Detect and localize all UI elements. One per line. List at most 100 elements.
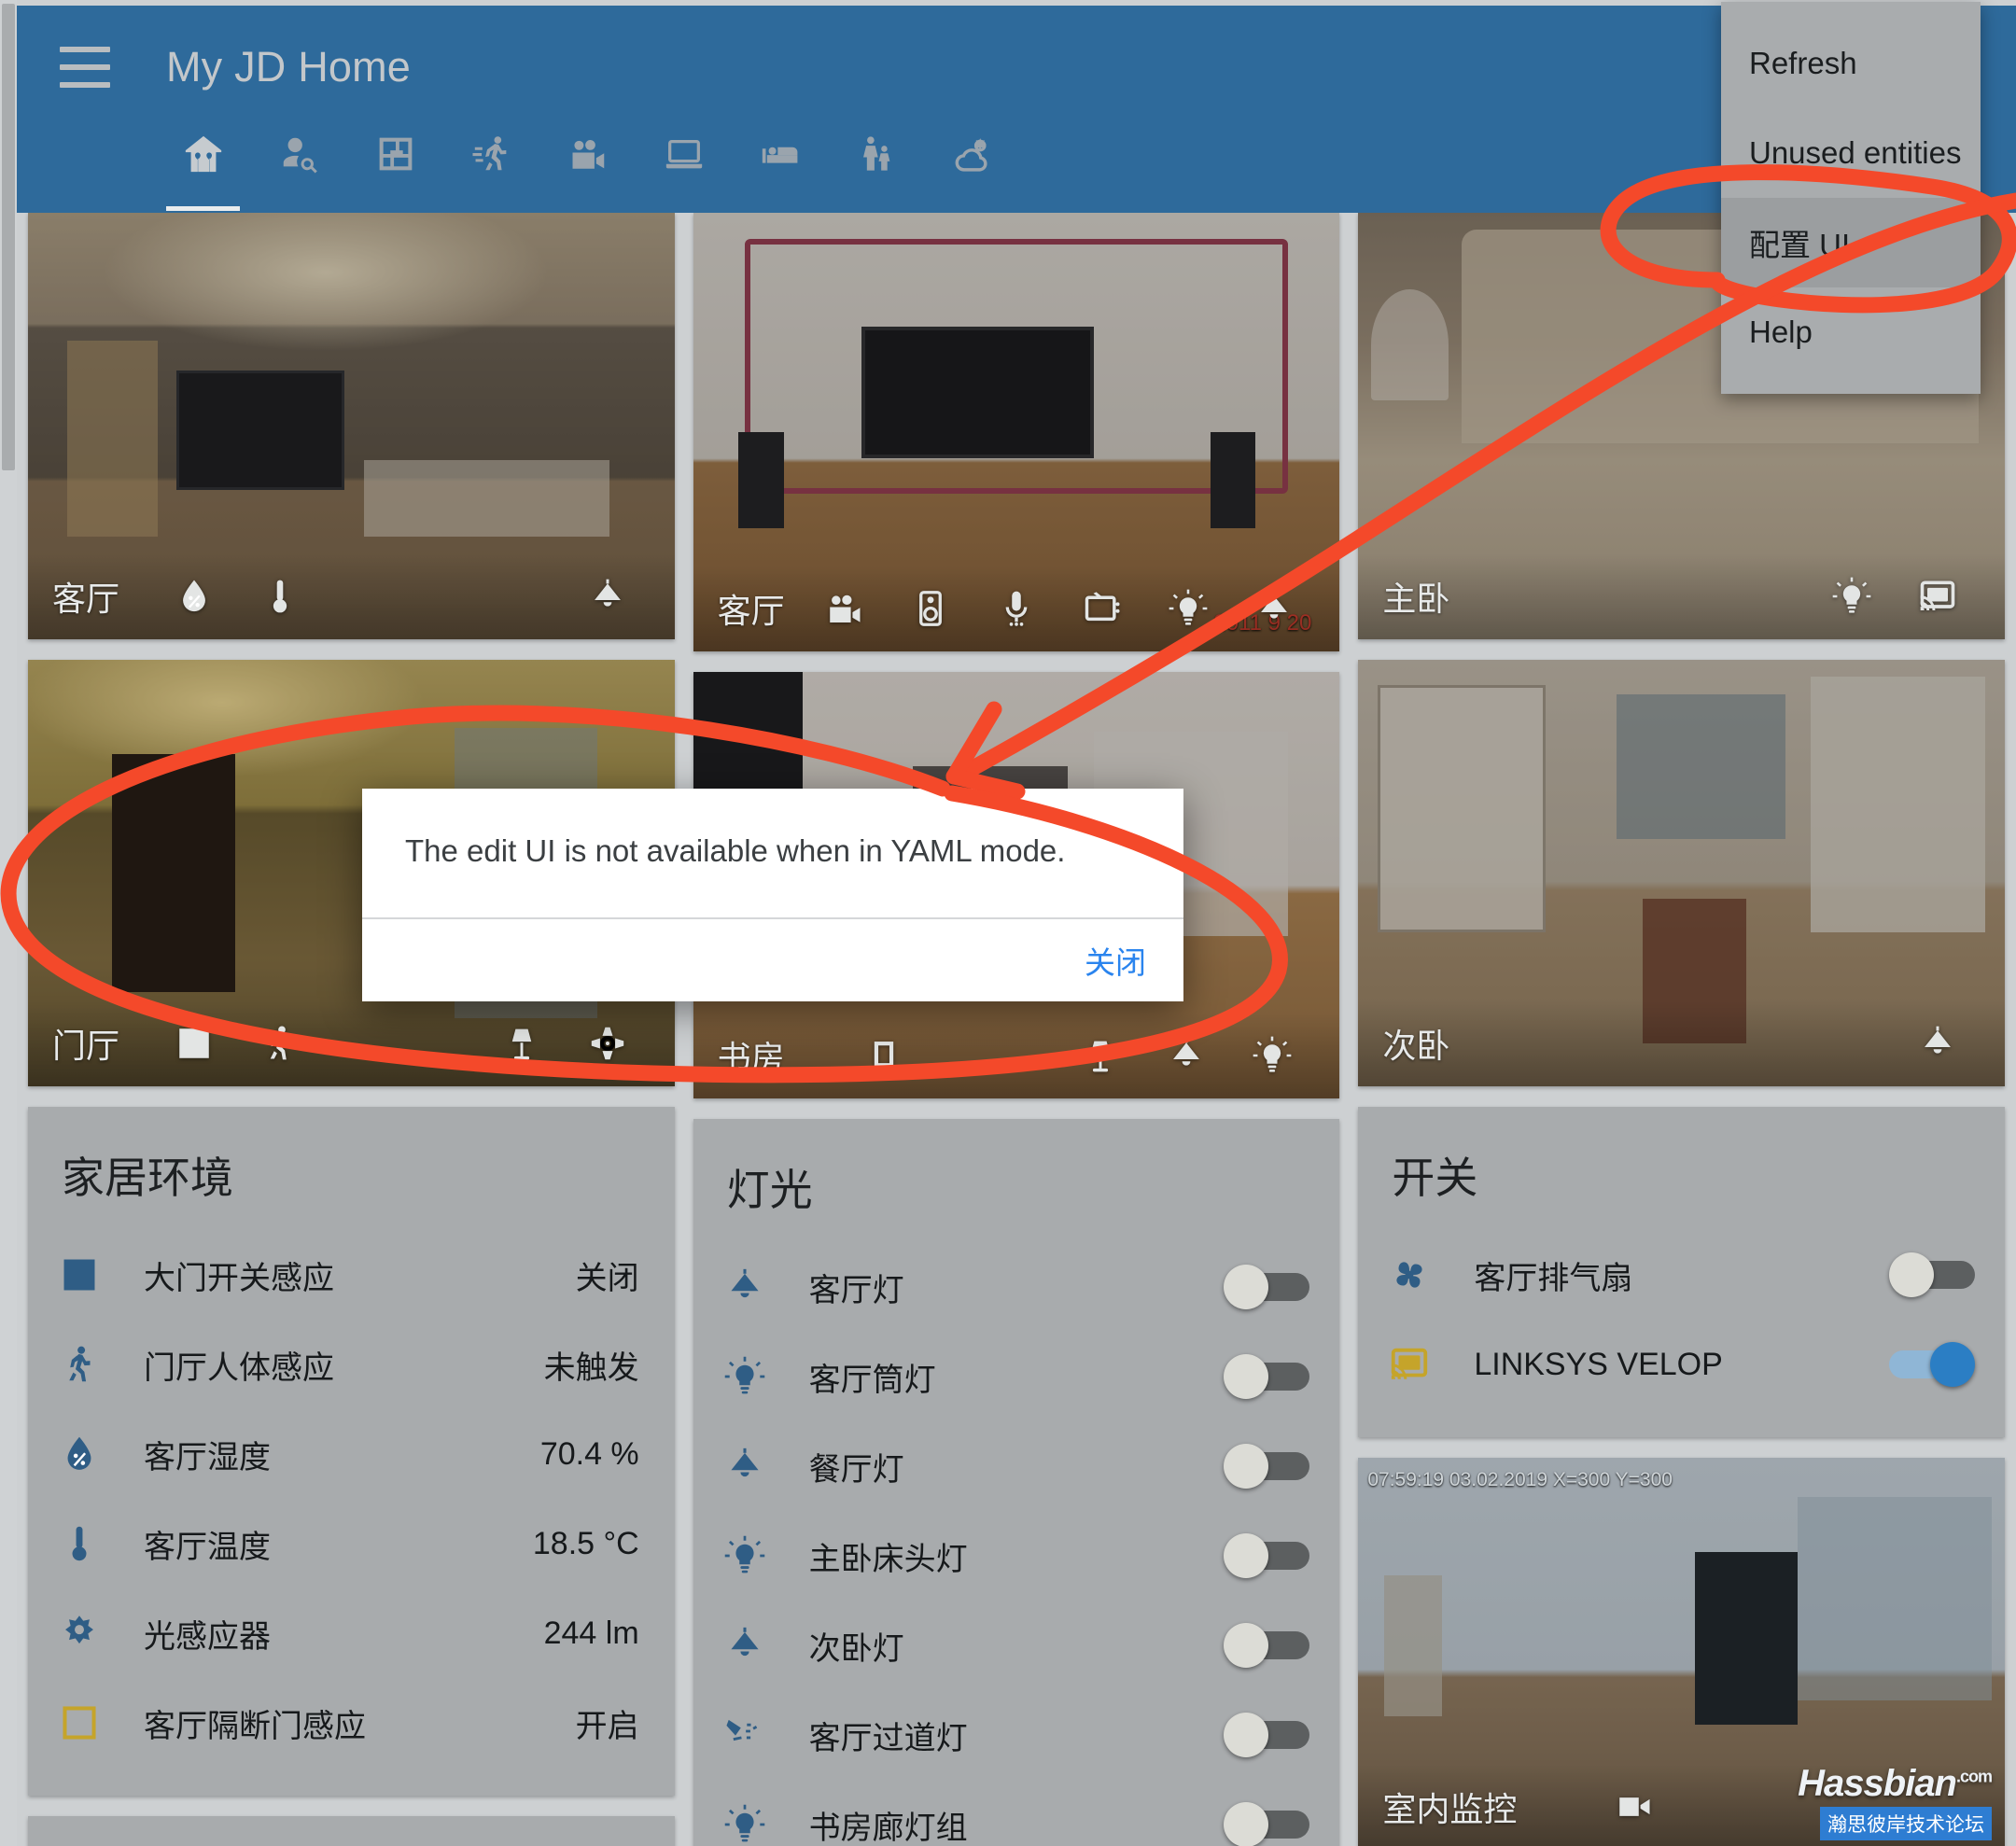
- cctv-icon[interactable]: [565, 1017, 651, 1070]
- square-icon[interactable]: [151, 1017, 237, 1070]
- ceiling-light-icon[interactable]: [565, 570, 651, 622]
- lightbulb-icon[interactable]: [1145, 582, 1231, 635]
- menu-item-configure-ui[interactable]: 配置 UI: [1721, 198, 1981, 287]
- cast-icon: [1388, 1343, 1461, 1386]
- entity-name: 光感应器: [144, 1618, 271, 1655]
- picture-card-living-room[interactable]: 客厅: [28, 213, 675, 639]
- tab-weather[interactable]: [924, 125, 1020, 213]
- dashboard-grid: 客厅 门厅 家居环境 大门开关感应 关闭 门厅人体感应 未触发 客厅湿度 70.…: [17, 213, 2016, 1846]
- ceiling-light-icon[interactable]: [1895, 1017, 1981, 1070]
- entity-row[interactable]: 客厅排气扇: [1388, 1230, 1976, 1320]
- entity-name: 客厅隔断门感应: [144, 1708, 366, 1744]
- entity-name: 客厅筒灯: [808, 1362, 936, 1398]
- entity-value: 18.5 °C: [532, 1525, 639, 1561]
- entity-row[interactable]: 次卧灯: [723, 1601, 1310, 1690]
- walk-icon[interactable]: [237, 1017, 323, 1070]
- tab-presence[interactable]: [251, 125, 347, 213]
- toggle-switch[interactable]: [1224, 1444, 1310, 1489]
- tab-motion[interactable]: [443, 125, 539, 213]
- television-icon[interactable]: [1059, 582, 1145, 635]
- ceiling-light-icon[interactable]: [1143, 1029, 1229, 1082]
- entity-name: LINKSYS VELOP: [1474, 1346, 1723, 1382]
- tab-camera[interactable]: [539, 125, 636, 213]
- lightbulb-icon[interactable]: [1229, 1029, 1315, 1082]
- lightbulb-icon: [723, 1534, 796, 1577]
- entity-row[interactable]: 客厅筒灯: [723, 1332, 1310, 1421]
- tab-home[interactable]: [155, 125, 251, 213]
- movie-camera-icon[interactable]: [802, 582, 888, 635]
- video-icon[interactable]: [1591, 1781, 1677, 1833]
- card-environment: 家居环境 大门开关感应 关闭 门厅人体感应 未触发 客厅湿度 70.4 % 客厅…: [28, 1107, 675, 1796]
- picture-card-indoor-surveillance[interactable]: 07:59:19 03.02.2019 X=300 Y=300 室内监控 Has…: [1358, 1458, 2006, 1846]
- entity-value: 关闭: [575, 1260, 639, 1296]
- card-title: 家居环境: [62, 1154, 233, 1202]
- entity-row[interactable]: 主卧床头灯: [723, 1511, 1310, 1601]
- menu-item-refresh[interactable]: Refresh: [1721, 19, 1981, 108]
- ceiling-light-icon: [723, 1624, 796, 1667]
- entity-row[interactable]: 客厅灯: [723, 1242, 1310, 1332]
- toggle-switch[interactable]: [1224, 1354, 1310, 1399]
- menu-item-help[interactable]: Help: [1721, 287, 1981, 377]
- entity-row[interactable]: 客厅隔断门感应 开启: [58, 1678, 645, 1768]
- entity-row[interactable]: 客厅温度 18.5 °C: [58, 1499, 645, 1588]
- home-assistant-dashboard: My JD Home 客厅 门厅 家居环境 大门开关感应 关闭 门厅人体感应 未…: [0, 0, 2016, 1846]
- watermark-subtitle: 瀚思彼岸技术论坛: [1820, 1807, 1993, 1840]
- toggle-switch[interactable]: [1224, 1713, 1310, 1757]
- floor-lamp-icon[interactable]: [1057, 1029, 1143, 1082]
- menu-item-unused-entities[interactable]: Unused entities: [1721, 108, 1981, 198]
- toggle-switch[interactable]: [1224, 1802, 1310, 1846]
- speaker-icon[interactable]: [888, 582, 973, 635]
- entity-name: 客厅过道灯: [808, 1720, 968, 1756]
- card-label: 客厅: [717, 592, 785, 630]
- page-scrollbar[interactable]: [0, 0, 17, 1846]
- ceiling-light-icon: [723, 1445, 796, 1488]
- thermometer-icon[interactable]: [237, 570, 323, 622]
- entity-row[interactable]: 门厅人体感应 未触发: [58, 1320, 645, 1409]
- floor-lamp-icon[interactable]: [479, 1017, 565, 1070]
- ceiling-light-icon[interactable]: [1231, 582, 1317, 635]
- cast-icon[interactable]: [1895, 570, 1981, 622]
- window-icon[interactable]: [841, 1029, 927, 1082]
- picture-card-living-room-tv[interactable]: 2011 9 20 客厅: [693, 213, 1340, 651]
- scrollbar-thumb[interactable]: [2, 4, 15, 470]
- entity-name: 次卧灯: [808, 1630, 904, 1667]
- card-partial-bottom: [28, 1816, 675, 1846]
- entity-value: 未触发: [543, 1350, 639, 1386]
- entity-row[interactable]: 光感应器 244 lm: [58, 1588, 645, 1678]
- card-label: 室内监控: [1382, 1790, 1518, 1828]
- card-lights: 灯光 客厅灯 客厅筒灯 餐厅灯 主卧床头灯 次卧灯 客厅过道灯 书房廊灯组: [693, 1119, 1340, 1846]
- dialog-close-button[interactable]: 关闭: [1085, 938, 1146, 983]
- entity-row[interactable]: 餐厅灯: [723, 1421, 1310, 1511]
- lightbulb-icon: [723, 1803, 796, 1846]
- toggle-switch[interactable]: [1889, 1342, 1976, 1387]
- entity-name: 客厅灯: [808, 1272, 904, 1308]
- hamburger-icon[interactable]: [60, 47, 110, 88]
- column-3: 主卧 次卧 开关 客厅排气扇 LINKSYS VELOP 07:59:19 03…: [1358, 213, 2006, 1846]
- toggle-switch[interactable]: [1224, 1533, 1310, 1578]
- card-label: 主卧: [1382, 580, 1450, 618]
- toggle-switch[interactable]: [1889, 1252, 1976, 1297]
- entity-name: 客厅排气扇: [1474, 1260, 1633, 1296]
- lightbulb-icon[interactable]: [1809, 570, 1895, 622]
- floor-lamp-icon[interactable]: [1317, 582, 1340, 635]
- entity-value: 70.4 %: [539, 1435, 639, 1472]
- entity-row[interactable]: 客厅过道灯: [723, 1690, 1310, 1780]
- card-title: 灯光: [726, 1166, 813, 1214]
- tab-floorplan[interactable]: [347, 125, 443, 213]
- tab-bedroom[interactable]: [732, 125, 828, 213]
- wall-sconce-icon: [723, 1713, 796, 1756]
- humidity-icon[interactable]: [151, 570, 237, 622]
- entity-row[interactable]: 书房廊灯组: [723, 1780, 1310, 1846]
- tab-family[interactable]: [828, 125, 924, 213]
- picture-card-second-bedroom[interactable]: 次卧: [1358, 660, 2006, 1086]
- entity-row[interactable]: 客厅湿度 70.4 %: [58, 1409, 645, 1499]
- microphone-icon[interactable]: [973, 582, 1059, 635]
- entity-name: 大门开关感应: [144, 1260, 334, 1296]
- dialog-message: The edit UI is not available when in YAM…: [405, 833, 1066, 868]
- tab-devices[interactable]: [636, 125, 732, 213]
- toggle-switch[interactable]: [1224, 1623, 1310, 1668]
- entity-row[interactable]: LINKSYS VELOP: [1388, 1320, 1976, 1409]
- entity-row[interactable]: 大门开关感应 关闭: [58, 1230, 645, 1320]
- watermark-brand: Hassbian: [1798, 1763, 1957, 1804]
- toggle-switch[interactable]: [1224, 1265, 1310, 1309]
